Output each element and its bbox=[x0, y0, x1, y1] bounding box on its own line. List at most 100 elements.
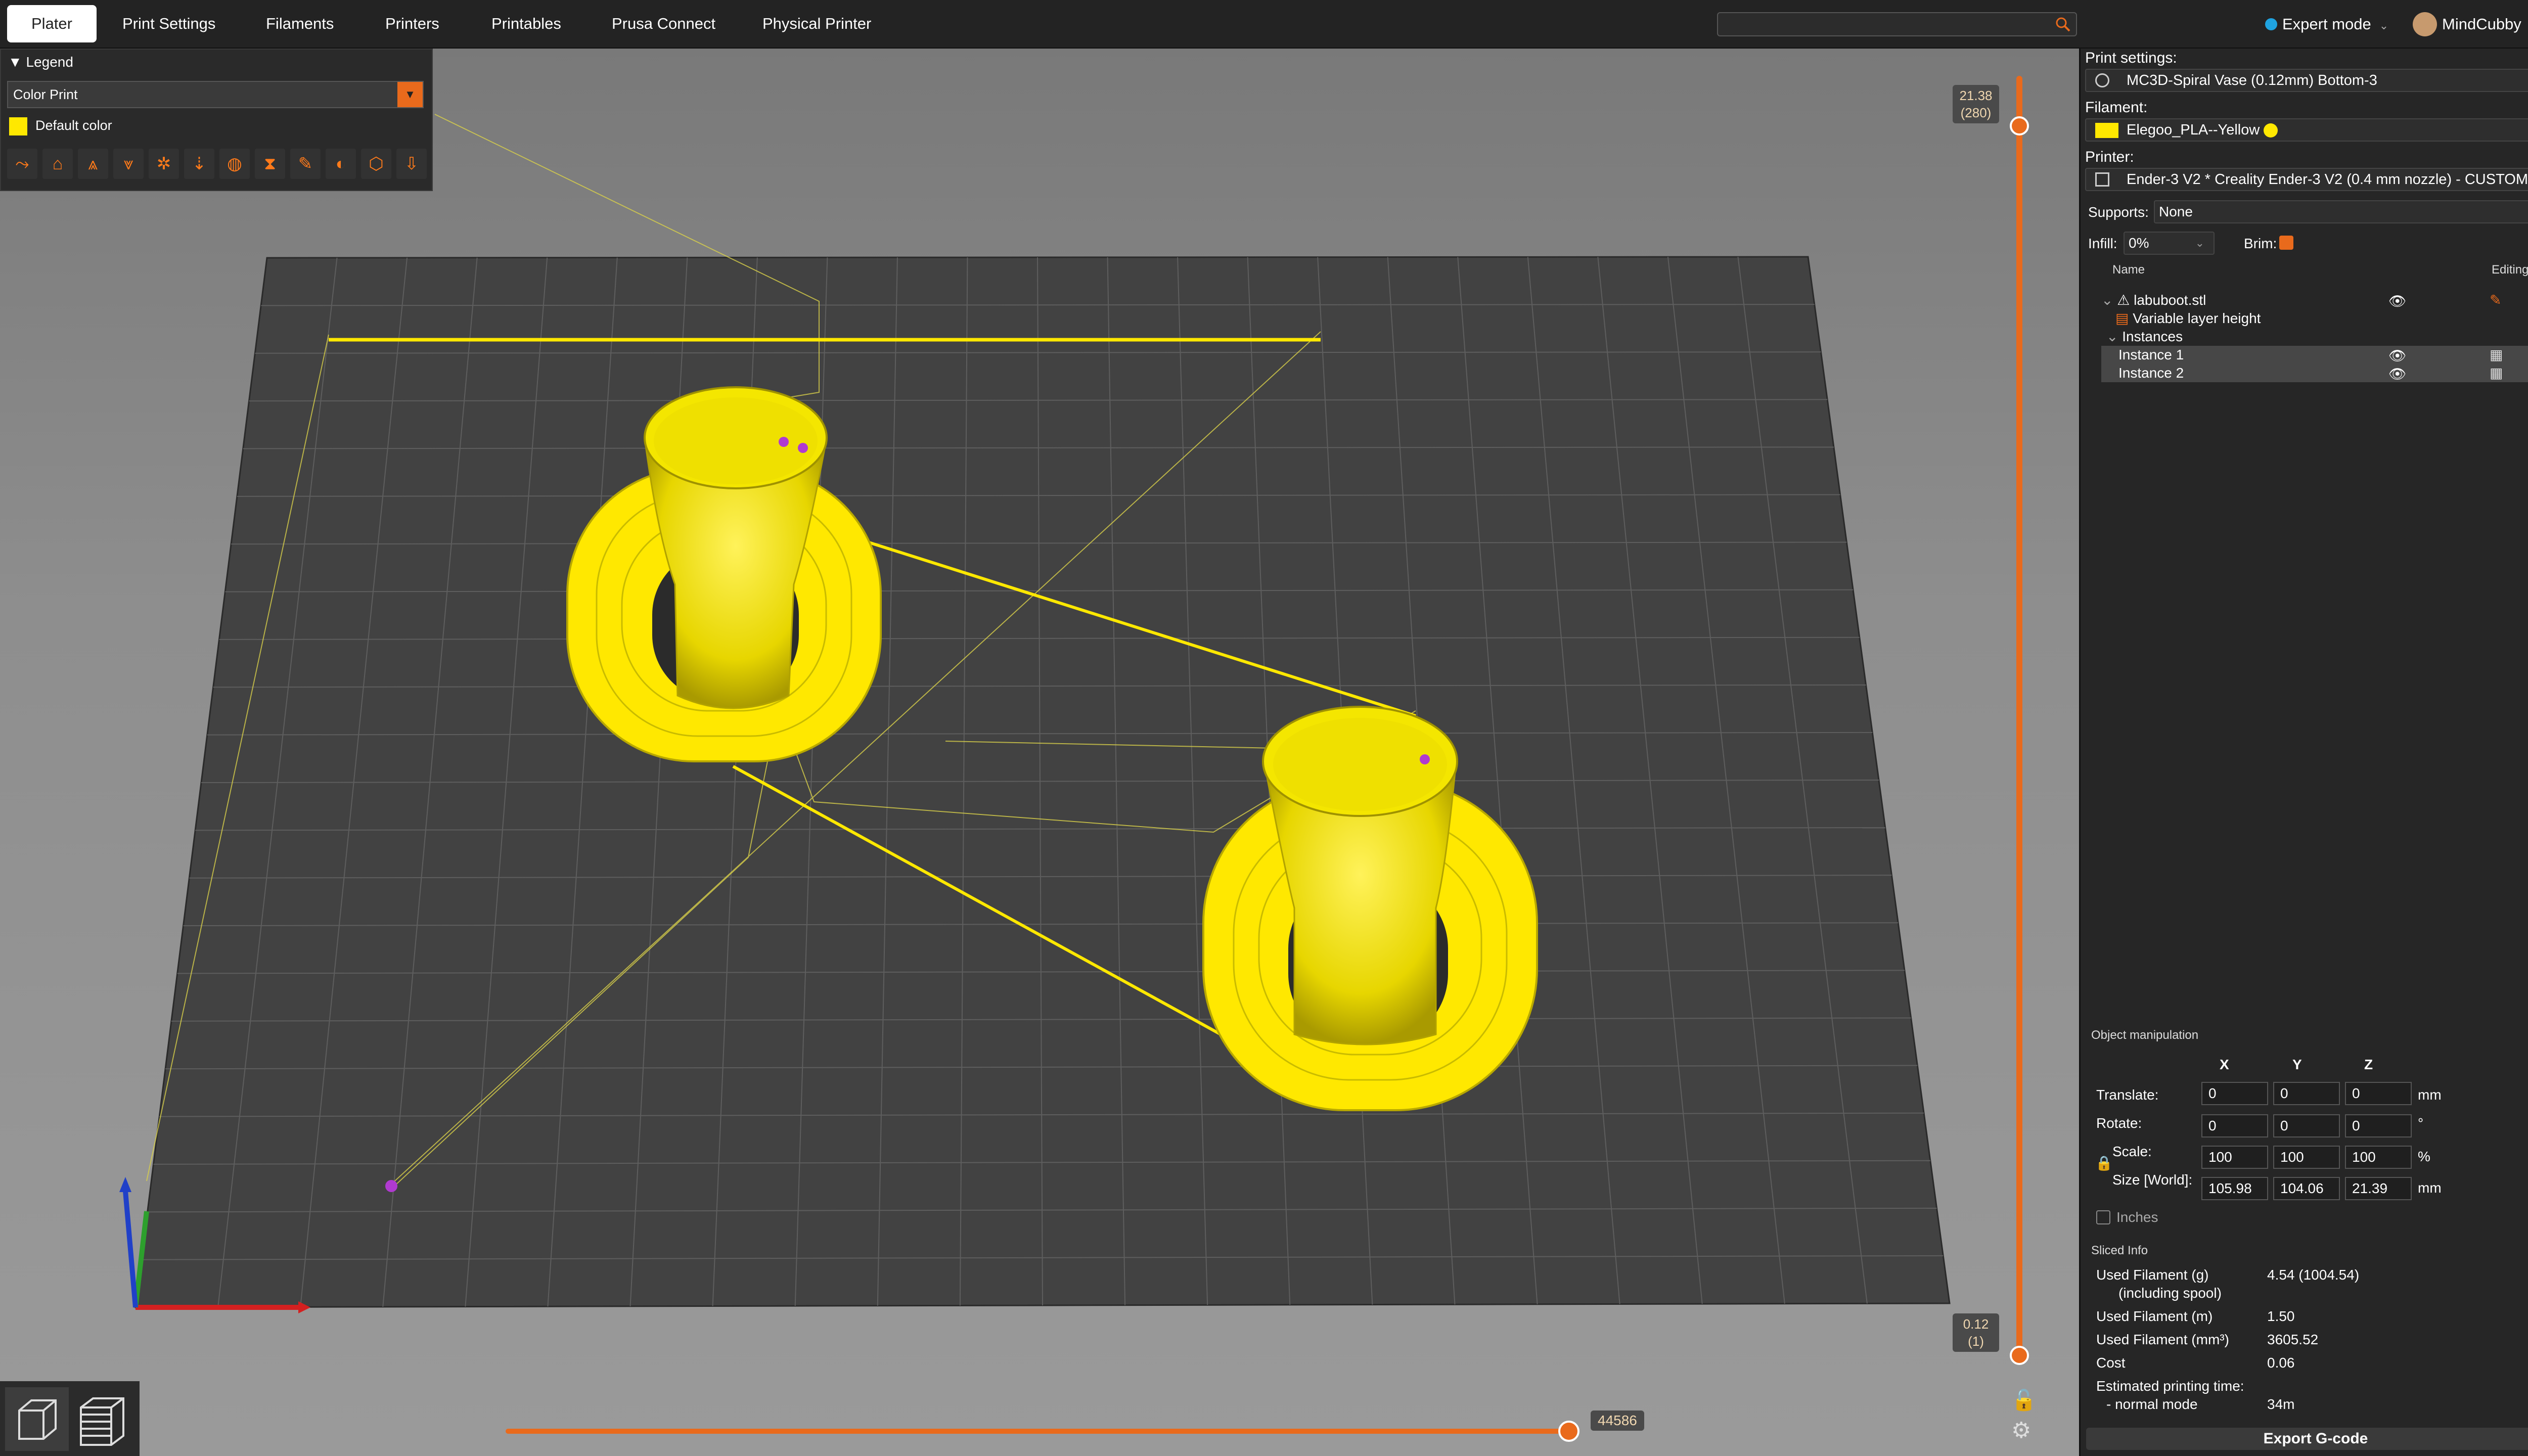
eye-icon[interactable]: 👁 bbox=[2388, 365, 2407, 383]
move-slider-track[interactable] bbox=[506, 1429, 1573, 1434]
legend-panel: ▼ Legend Color Print ▼ Default color ⤳ ⌂… bbox=[0, 49, 433, 191]
size-y-input[interactable]: 104.06 bbox=[2273, 1177, 2340, 1200]
tab-prusa-connect[interactable]: Prusa Connect bbox=[606, 5, 721, 42]
color-changes-toggle-icon[interactable]: ◍ bbox=[219, 149, 250, 179]
preview-layers-icon[interactable] bbox=[71, 1387, 134, 1451]
tab-filaments[interactable]: Filaments bbox=[260, 5, 340, 42]
translate-x-input[interactable]: 0 bbox=[2201, 1082, 2268, 1105]
mode-label: Expert mode bbox=[2282, 15, 2371, 33]
layer-slider-bottom-thumb[interactable] bbox=[2010, 1346, 2029, 1365]
edit-icon[interactable]: ✎ bbox=[2490, 291, 2501, 309]
translate-z-input[interactable]: 0 bbox=[2345, 1082, 2412, 1105]
brim-label: Brim: bbox=[2244, 236, 2277, 251]
layer-slider-track[interactable] bbox=[2016, 76, 2022, 1352]
custom-gcode-toggle-icon[interactable]: ✎ bbox=[290, 149, 321, 179]
legend-header[interactable]: ▼ Legend bbox=[1, 50, 432, 75]
move-slider-thumb[interactable] bbox=[1558, 1421, 1579, 1442]
lock-icon[interactable]: 🔓 bbox=[2011, 1388, 2037, 1412]
shells-toggle-icon[interactable]: ⬡ bbox=[361, 149, 391, 179]
tab-print-settings[interactable]: Print Settings bbox=[116, 5, 221, 42]
legend-item-default-color: Default color bbox=[9, 115, 112, 135]
list-item[interactable]: Instance 1 👁 ▦ bbox=[2101, 346, 2528, 364]
travel-toggle-icon[interactable]: ⤳ bbox=[7, 149, 37, 179]
search-input[interactable] bbox=[1717, 12, 2077, 36]
bottom-layer-number: (1) bbox=[1968, 1334, 1984, 1349]
3d-viewport[interactable]: ▼ Legend Color Print ▼ Default color ⤳ ⌂… bbox=[0, 49, 2079, 1456]
eye-icon[interactable]: 👁 bbox=[2388, 347, 2407, 365]
axis-y-label: Y bbox=[2292, 1057, 2302, 1072]
eye-icon[interactable]: 👁 bbox=[2388, 292, 2407, 310]
layer-slider-top-thumb[interactable] bbox=[2010, 116, 2029, 135]
chevron-down-icon: ⌄ bbox=[2195, 237, 2204, 249]
mode-selector[interactable]: Expert mode ⌄ bbox=[2265, 12, 2389, 36]
inches-checkbox[interactable] bbox=[2096, 1210, 2110, 1224]
seams-toggle-icon[interactable]: ✲ bbox=[149, 149, 179, 179]
used-filament-g-value: 4.54 (1004.54) bbox=[2267, 1267, 2360, 1283]
lock-scale-icon[interactable]: 🔒 bbox=[2095, 1155, 2113, 1171]
size-x-input[interactable]: 105.98 bbox=[2201, 1177, 2268, 1200]
view-type-select[interactable]: Color Print ▼ bbox=[7, 81, 424, 108]
object-name: labuboot.stl bbox=[2134, 292, 2206, 308]
list-item[interactable]: ▤ Variable layer height bbox=[2101, 309, 2528, 328]
deretractions-toggle-icon[interactable]: ⩔ bbox=[113, 149, 144, 179]
printer-label: Printer: bbox=[2085, 149, 2134, 165]
used-filament-mm3-value: 3605.52 bbox=[2267, 1332, 2319, 1347]
move-slider-value: 44586 bbox=[1591, 1410, 1644, 1431]
wipe-toggle-icon[interactable]: ⌂ bbox=[42, 149, 73, 179]
instances-label: Instances bbox=[2122, 329, 2183, 344]
tab-printers[interactable]: Printers bbox=[379, 5, 445, 42]
rotate-label: Rotate: bbox=[2096, 1115, 2142, 1131]
tool-marker-icon[interactable]: ⇩ bbox=[396, 149, 427, 179]
tab-physical-printer[interactable]: Physical Printer bbox=[756, 5, 877, 42]
app-window: Plater Print Settings Filaments Printers… bbox=[0, 0, 2528, 1456]
list-item[interactable]: Instance 2 👁 ▦ bbox=[2101, 364, 2528, 382]
instance-settings-icon[interactable]: ▦ bbox=[2490, 364, 2503, 382]
list-item[interactable]: ⌄ Instances bbox=[2101, 328, 2528, 346]
scale-z-input[interactable]: 100 bbox=[2345, 1146, 2412, 1169]
print-settings-value: MC3D-Spiral Vase (0.12mm) Bottom-3 bbox=[2127, 72, 2377, 88]
scale-y-input[interactable]: 100 bbox=[2273, 1146, 2340, 1169]
size-z-input[interactable]: 21.39 bbox=[2345, 1177, 2412, 1200]
tool-changes-toggle-icon[interactable]: ⇣ bbox=[184, 149, 214, 179]
dropdown-arrow-icon[interactable]: ▼ bbox=[397, 82, 423, 107]
gcode-preview-scene[interactable] bbox=[0, 49, 2079, 1456]
filament-combo[interactable]: Elegoo_PLA--Yellow ⌄ bbox=[2085, 118, 2528, 142]
tab-plater[interactable]: Plater bbox=[7, 5, 97, 42]
infill-combo[interactable]: 0% ⌄ bbox=[2124, 232, 2215, 255]
instance-settings-icon[interactable]: ▦ bbox=[2490, 346, 2503, 364]
user-menu[interactable]: MindCubby⌄ bbox=[2413, 12, 2528, 36]
rotate-x-input[interactable]: 0 bbox=[2201, 1114, 2268, 1138]
instance-label: Instance 1 bbox=[2118, 347, 2184, 362]
top-height: 21.38 bbox=[1959, 88, 1993, 103]
layers-icon: ▤ bbox=[2115, 310, 2129, 326]
gear-icon[interactable]: ⚙ bbox=[2011, 1418, 2031, 1443]
scale-unit: % bbox=[2418, 1149, 2430, 1164]
print-settings-combo[interactable]: MC3D-Spiral Vase (0.12mm) Bottom-3 ⌄ bbox=[2085, 69, 2528, 92]
retractions-toggle-icon[interactable]: ⩓ bbox=[78, 149, 108, 179]
tab-printables[interactable]: Printables bbox=[485, 5, 567, 42]
filament-value: Elegoo_PLA--Yellow bbox=[2127, 122, 2260, 138]
export-gcode-button[interactable]: Export G-code bbox=[2086, 1428, 2528, 1450]
3d-view-cube-icon[interactable] bbox=[5, 1387, 69, 1451]
translate-y-input[interactable]: 0 bbox=[2273, 1082, 2340, 1105]
size-label: Size [World]: bbox=[2112, 1172, 2193, 1188]
filament-label: Filament: bbox=[2085, 99, 2148, 116]
supports-combo[interactable]: None ⌄ bbox=[2154, 200, 2528, 223]
rotate-y-input[interactable]: 0 bbox=[2273, 1114, 2340, 1138]
filament-color-swatch bbox=[2095, 123, 2118, 138]
chevron-down-icon: ⌄ bbox=[2379, 19, 2389, 32]
center-of-gravity-icon[interactable]: ◐ bbox=[326, 149, 356, 179]
printer-combo[interactable]: Ender-3 V2 * Creality Ender-3 V2 (0.4 mm… bbox=[2085, 168, 2528, 191]
search-icon[interactable] bbox=[2055, 16, 2071, 32]
pause-prints-toggle-icon[interactable]: ⧗ bbox=[255, 149, 285, 179]
axis-x-label: X bbox=[2220, 1057, 2229, 1072]
brim-checkbox[interactable] bbox=[2279, 236, 2293, 250]
axis-z-label: Z bbox=[2364, 1057, 2373, 1072]
column-name: Name bbox=[2112, 263, 2145, 277]
printer-value: Ender-3 V2 * Creality Ender-3 V2 (0.4 mm… bbox=[2127, 171, 2528, 188]
scale-x-input[interactable]: 100 bbox=[2201, 1146, 2268, 1169]
rotate-z-input[interactable]: 0 bbox=[2345, 1114, 2412, 1138]
list-item[interactable]: ⌄ ⚠ labuboot.stl 👁 ✎ bbox=[2101, 291, 2528, 309]
view-type-value: Color Print bbox=[13, 87, 78, 102]
avatar bbox=[2413, 12, 2437, 36]
